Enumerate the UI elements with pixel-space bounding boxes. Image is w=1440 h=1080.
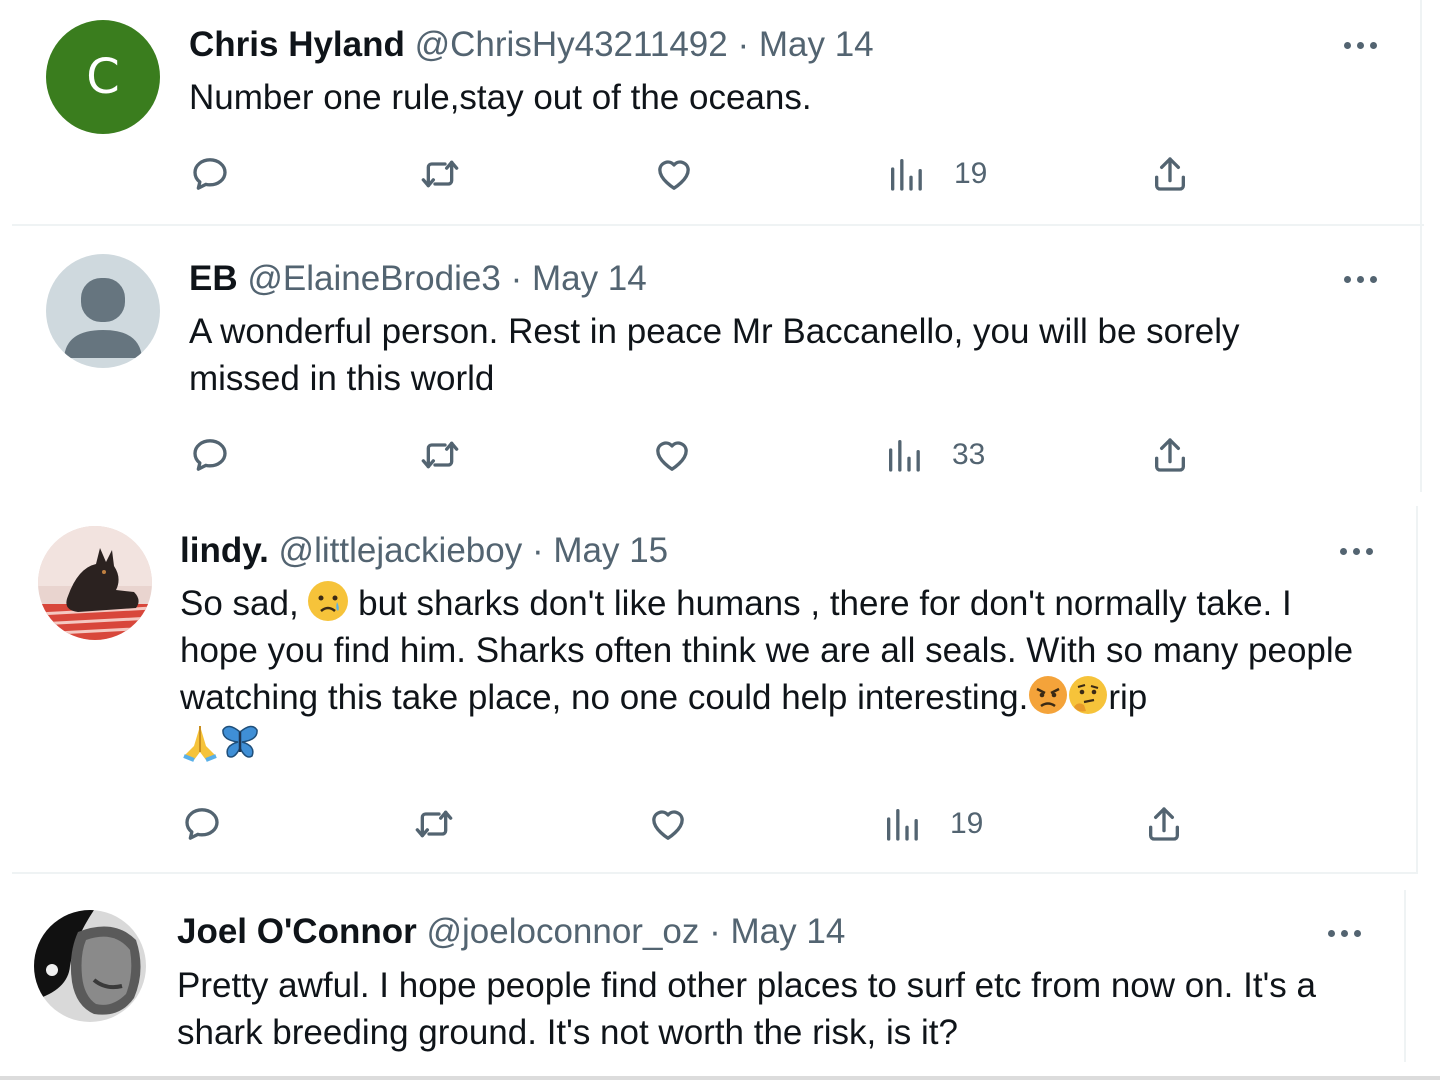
more-icon[interactable] [1342,36,1382,56]
tweet-header: EB @ElaineBrodie3 · May 14 [189,259,647,299]
tweet[interactable]: EB @ElaineBrodie3 · May 14 A wonderful p… [0,226,1440,506]
more-icon[interactable] [1342,270,1382,290]
tweet[interactable]: Joel O'Connor @joeloconnor_oz · May 14 P… [0,874,1440,1080]
retweet-button[interactable] [414,802,454,846]
avatar[interactable] [38,526,152,640]
reply-button[interactable] [182,802,222,846]
tweet-text-part: but sharks don't like humans , there for… [180,584,1354,717]
reply-button[interactable] [190,433,230,477]
views-icon [882,804,922,844]
views-icon [886,154,926,194]
display-name[interactable]: EB [189,259,238,298]
separator: · [510,259,523,298]
views-icon [884,435,924,475]
angry-emoji [1028,675,1068,715]
retweet-button[interactable] [420,152,460,196]
separator: · [531,531,544,570]
tweet-date[interactable]: May 14 [532,259,647,298]
tweet-header: Chris Hyland @ChrisHy43211492 · May 14 [189,25,874,65]
display-name[interactable]: Joel O'Connor [177,912,417,951]
divider [1420,226,1422,492]
more-icon[interactable] [1326,924,1366,944]
user-handle[interactable]: @ChrisHy43211492 [415,25,728,64]
butterfly-emoji [220,722,260,762]
views-button[interactable]: 19 [886,152,987,196]
folded-hands-emoji [180,722,220,762]
reply-icon [190,154,230,194]
sad-tear-emoji [308,581,349,621]
tweet-text: Pretty awful. I hope people find other p… [177,966,1316,1052]
user-handle[interactable]: @ElaineBrodie3 [247,259,500,298]
views-count: 19 [954,157,988,190]
action-bar: 19 [182,802,1192,846]
like-button[interactable] [648,802,688,846]
avatar-letter: C [86,49,120,105]
separator: · [709,912,721,951]
display-name[interactable]: lindy. [180,531,269,570]
avatar[interactable]: C [46,20,160,134]
more-icon[interactable] [1338,542,1378,562]
share-button[interactable] [1150,433,1190,477]
user-handle[interactable]: @littlejackieboy [279,531,523,570]
reply-icon [182,804,222,844]
tweet-header: Joel O'Connor @joeloconnor_oz · May 14 [177,912,845,952]
default-avatar-icon [64,278,142,358]
display-name[interactable]: Chris Hyland [189,25,405,64]
tweet-date[interactable]: May 14 [759,25,874,64]
like-button[interactable] [654,152,694,196]
share-icon [1144,804,1184,844]
action-bar: 33 [190,433,1200,477]
divider [1420,0,1422,226]
like-button[interactable] [652,433,692,477]
tweet-header: lindy. @littlejackieboy · May 15 [180,531,668,571]
like-icon [648,804,688,844]
avatar[interactable] [46,254,160,368]
share-icon [1150,154,1190,194]
tweet-text-part: rip [1108,678,1148,717]
tweet-text-part: So sad, [180,584,299,623]
thinking-emoji [1068,675,1108,715]
views-count: 33 [952,438,986,471]
share-icon [1150,435,1190,475]
tweet-text: Number one rule,stay out of the oceans. [189,78,812,117]
user-handle[interactable]: @joeloconnor_oz [426,912,699,951]
reply-button[interactable] [190,152,230,196]
avatar[interactable] [34,910,146,1022]
divider [1416,506,1418,874]
retweet-icon [420,435,460,475]
tweet-text: So sad, but sharks don't like humans , t… [180,580,1375,768]
views-button[interactable]: 19 [882,802,983,846]
dog-photo-avatar [38,526,152,640]
share-button[interactable] [1150,152,1190,196]
tweet[interactable]: C Chris Hyland @ChrisHy43211492 · May 14… [0,0,1440,225]
separator: · [737,25,750,64]
tweet-text: A wonderful person. Rest in peace Mr Bac… [189,312,1240,398]
divider [1404,890,1406,1062]
views-button[interactable]: 33 [884,433,985,477]
like-icon [654,154,694,194]
man-photo-avatar [34,910,146,1022]
tweet-date[interactable]: May 15 [553,531,668,570]
tweet[interactable]: lindy. @littlejackieboy · May 15 So sad,… [0,506,1440,874]
retweet-button[interactable] [420,433,460,477]
action-bar: 19 [190,152,1200,196]
share-button[interactable] [1144,802,1184,846]
reply-icon [190,435,230,475]
retweet-icon [414,804,454,844]
retweet-icon [420,154,460,194]
views-count: 19 [950,807,984,840]
tweet-date[interactable]: May 14 [731,912,846,951]
divider [0,1076,1440,1080]
like-icon [652,435,692,475]
